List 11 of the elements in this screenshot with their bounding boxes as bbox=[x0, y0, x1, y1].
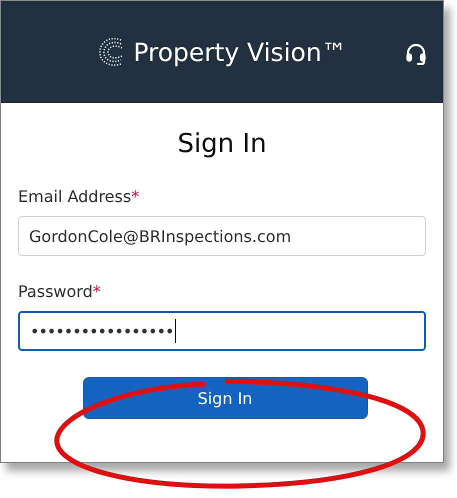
required-mark: * bbox=[92, 282, 101, 301]
text-cursor bbox=[175, 319, 176, 343]
field-label: Password bbox=[18, 282, 93, 301]
input-field[interactable]: GordonCole@BRInspections.com bbox=[18, 216, 426, 256]
app-title: Property Vision™ bbox=[133, 38, 347, 66]
headset-icon[interactable] bbox=[405, 43, 427, 65]
input-field[interactable]: ••••••••••••••••• bbox=[18, 311, 426, 351]
form-title: Sign In bbox=[176, 129, 268, 159]
logo-icon bbox=[97, 35, 126, 69]
field-label: Email Address bbox=[18, 187, 132, 206]
required-mark: * bbox=[131, 187, 140, 206]
